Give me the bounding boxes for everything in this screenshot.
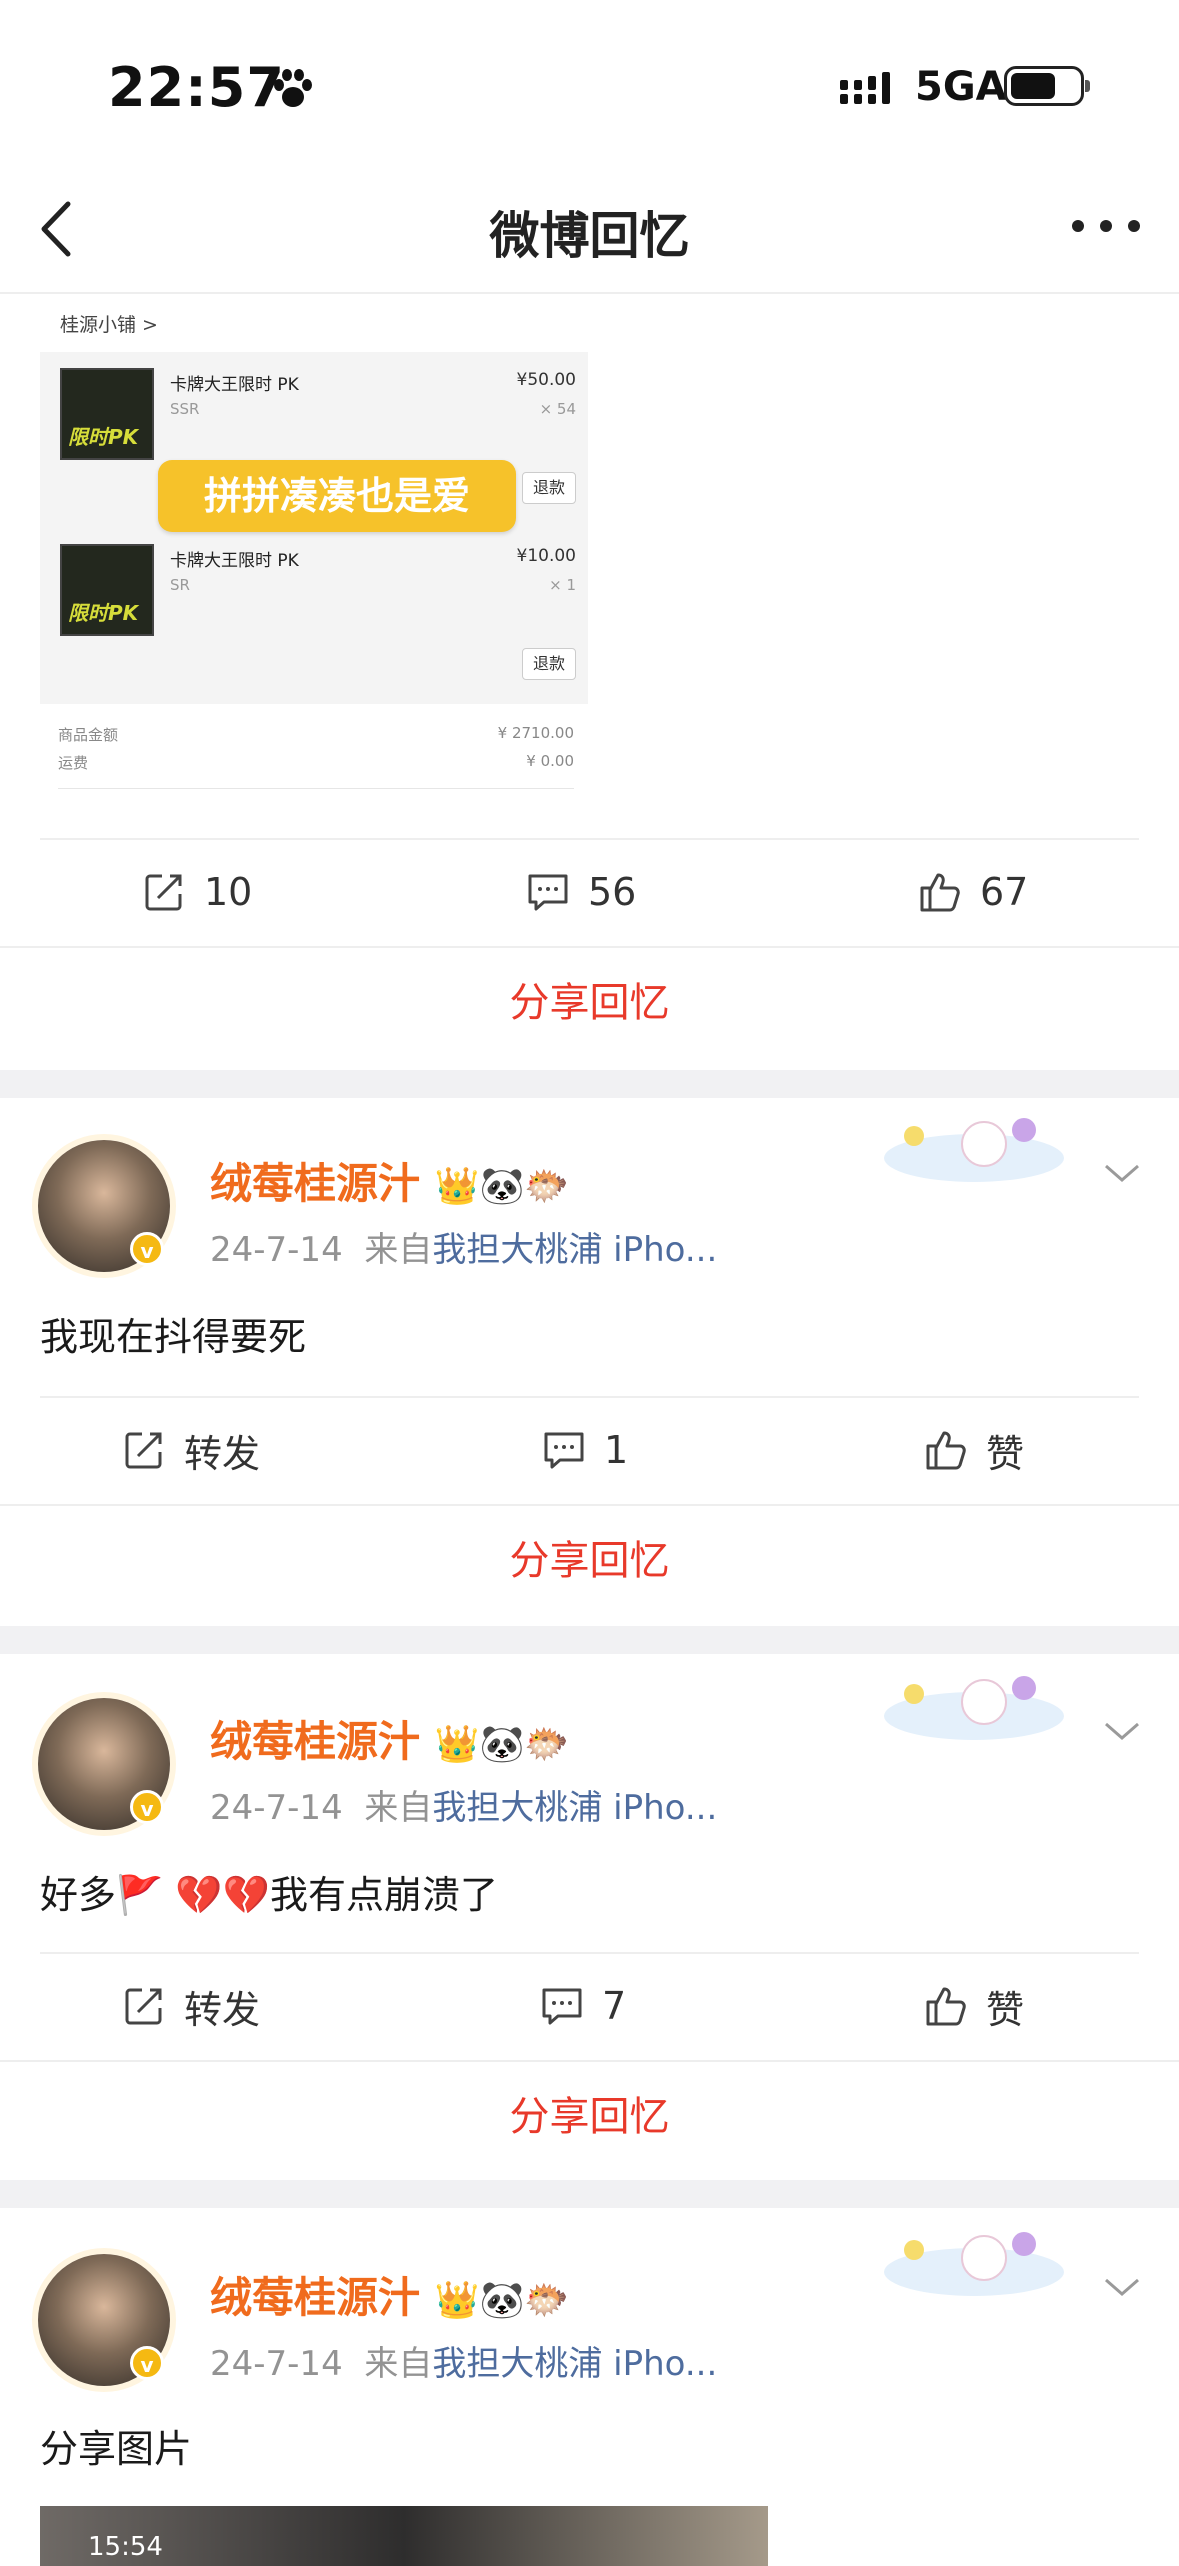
post-source[interactable]: 我担大桃浦 iPho...: [432, 1230, 717, 1270]
post-date: 24-7-14: [210, 1230, 343, 1270]
user-badges-icon: 👑🐼🐡: [434, 1166, 570, 1207]
total-value: ¥ 2710.00: [497, 724, 574, 742]
repost-button[interactable]: 转发: [122, 1396, 260, 1504]
paw-icon: [274, 69, 312, 107]
product-qty: × 54: [539, 400, 576, 418]
repost-button[interactable]: 转发: [122, 1952, 260, 2060]
product-name: 卡牌大王限时 PK: [170, 375, 299, 395]
like-count: 67: [980, 870, 1029, 914]
post-text: 分享图片: [40, 2427, 193, 2471]
post-meta: 24-7-14 来自我担大桃浦 iPho...: [210, 1222, 717, 1271]
thumbs-up-icon: [920, 873, 960, 912]
decoration-sticker-icon: [884, 1118, 1064, 1182]
repost-count: 10: [204, 870, 253, 914]
comment-button[interactable]: 7: [540, 1952, 626, 2060]
repost-button[interactable]: 10: [142, 838, 252, 946]
network-type: 5GA: [915, 64, 1007, 110]
comment-button[interactable]: 1: [542, 1396, 628, 1504]
thumbs-up-icon: [926, 1431, 966, 1470]
comment-count: 1: [604, 1428, 629, 1472]
user-badges-icon: 👑🐼🐡: [434, 1724, 570, 1765]
product-qty: × 1: [549, 576, 576, 594]
decoration-sticker-icon: [884, 2232, 1064, 2296]
post-text: 好多🚩 💔💔我有点崩溃了: [40, 1873, 499, 1917]
comment-button[interactable]: 56: [526, 838, 636, 946]
shipping-label: 运费: [58, 754, 89, 772]
verified-badge-icon: v: [130, 1232, 164, 1266]
post-meta: 24-7-14 来自我担大桃浦 iPho...: [210, 1780, 717, 1829]
like-label: 赞: [986, 1431, 1025, 1476]
post-text: 我现在抖得要死: [40, 1315, 307, 1359]
text-sticker: 拼拼凑凑也是爱: [158, 460, 516, 532]
post-actions: 转发 7 赞: [0, 1952, 1179, 2060]
status-bar: 22:57 5GA: [0, 0, 1179, 170]
username[interactable]: 绒莓桂源汁 👑🐼🐡: [210, 1150, 569, 1211]
battery-icon: [1004, 66, 1090, 106]
order-item: 限时PK 卡牌大王限时 PK SR ¥10.00 × 1 退款: [40, 528, 588, 704]
post-source[interactable]: 我担大桃浦 iPho...: [432, 1788, 717, 1828]
like-label: 赞: [986, 1987, 1025, 2032]
repost-icon: [145, 874, 182, 911]
repost-label: 转发: [184, 1987, 261, 2032]
post-source[interactable]: 我担大桃浦 iPho...: [432, 2344, 717, 2384]
product-thumbnail: 限时PK: [60, 544, 154, 636]
product-price: ¥10.00: [516, 546, 576, 566]
comment-count: 7: [602, 1984, 627, 2028]
post-date: 24-7-14: [210, 1788, 343, 1828]
from-label: 来自: [364, 1230, 433, 1270]
decoration-sticker-icon: [884, 1676, 1064, 1740]
post-meta: 24-7-14 来自我担大桃浦 iPho...: [210, 2336, 717, 2385]
repost-icon: [125, 1432, 162, 1469]
order-screenshot-image[interactable]: 桂源小铺 > 限时PK 卡牌大王限时 PK SSR ¥50.00 × 54 退款…: [40, 296, 588, 806]
refund-button: 退款: [522, 472, 576, 504]
post-actions: 10 56 67: [0, 838, 1179, 946]
like-button[interactable]: 赞: [924, 1952, 1024, 2060]
page-title: 微博回忆: [489, 207, 690, 265]
section-gap: [0, 1626, 1179, 1654]
post-actions: 转发 1 赞: [0, 1396, 1179, 1504]
thumbs-up-icon: [926, 1987, 966, 2026]
shop-name: 桂源小铺 >: [60, 314, 158, 336]
comment-icon: [528, 874, 568, 911]
chevron-down-icon[interactable]: [1100, 2272, 1144, 2302]
product-grade: SSR: [170, 400, 200, 418]
comment-count: 56: [588, 870, 637, 914]
username[interactable]: 绒莓桂源汁 👑🐼🐡: [210, 1708, 569, 1769]
image-time-text: 15:54: [88, 2532, 163, 2562]
comment-icon: [544, 1432, 584, 1469]
like-button[interactable]: 赞: [924, 1396, 1024, 1504]
nav-bar: 微博回忆: [0, 170, 1179, 294]
post-date: 24-7-14: [210, 2344, 343, 2384]
verified-badge-icon: v: [130, 1790, 164, 1824]
username[interactable]: 绒莓桂源汁 👑🐼🐡: [210, 2264, 569, 2325]
user-badges-icon: 👑🐼🐡: [434, 2280, 570, 2321]
section-gap: [0, 1070, 1179, 1098]
divider: [58, 788, 574, 789]
verified-badge-icon: v: [130, 2346, 164, 2380]
signal-icon: [840, 72, 890, 104]
refund-button: 退款: [522, 648, 576, 680]
shipping-value: ¥ 0.00: [526, 752, 574, 770]
section-gap: [0, 2180, 1179, 2208]
product-grade: SR: [170, 576, 190, 594]
chevron-down-icon[interactable]: [1100, 1158, 1144, 1188]
product-thumbnail: 限时PK: [60, 368, 154, 460]
from-label: 来自: [364, 2344, 433, 2384]
share-memory-button[interactable]: 分享回忆: [0, 946, 1179, 1058]
more-options-icon[interactable]: [1066, 206, 1146, 246]
repost-icon: [125, 1988, 162, 2025]
from-label: 来自: [364, 1788, 433, 1828]
repost-label: 转发: [184, 1431, 261, 1476]
shared-image[interactable]: 15:54: [40, 2506, 768, 2566]
status-time: 22:57: [108, 56, 285, 119]
chevron-down-icon[interactable]: [1100, 1716, 1144, 1746]
product-price: ¥50.00: [516, 370, 576, 390]
share-memory-button[interactable]: 分享回忆: [0, 2060, 1179, 2172]
share-memory-button[interactable]: 分享回忆: [0, 1504, 1179, 1616]
like-button[interactable]: 67: [918, 838, 1028, 946]
total-label: 商品金额: [58, 726, 119, 744]
comment-icon: [542, 1988, 582, 2025]
product-name: 卡牌大王限时 PK: [170, 551, 299, 571]
